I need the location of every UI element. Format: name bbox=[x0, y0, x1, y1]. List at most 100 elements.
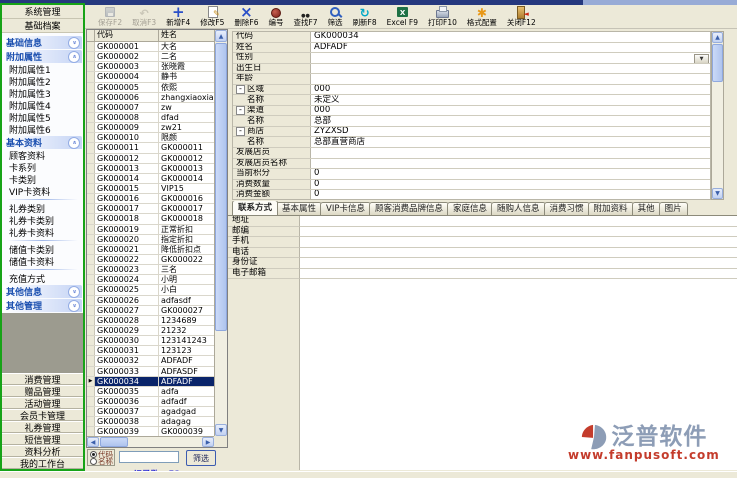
list-row[interactable]: GK000031 123123 bbox=[87, 346, 214, 356]
field-value[interactable]: 总部直营商店 bbox=[311, 137, 710, 147]
list-row[interactable]: GK000029 21232 bbox=[87, 326, 214, 336]
list-row[interactable]: GK000008 dfad bbox=[87, 113, 214, 123]
sidebar-item[interactable]: VIP卡资料 bbox=[3, 185, 82, 197]
tab[interactable]: 顾客消费品牌信息 bbox=[369, 202, 449, 215]
field-value[interactable]: ▼ bbox=[311, 53, 710, 63]
filter-input[interactable] bbox=[119, 451, 179, 463]
sidebar-item[interactable]: 附加属性1 bbox=[3, 63, 82, 75]
dropdown-arrow-icon[interactable]: ▼ bbox=[694, 54, 709, 63]
chevron-icon[interactable]: » bbox=[68, 300, 80, 312]
radio-name[interactable]: 名称 bbox=[90, 458, 113, 465]
sidebar-group-header[interactable]: 附加属性 « bbox=[3, 50, 82, 63]
chevron-icon[interactable]: » bbox=[68, 37, 80, 49]
field-value[interactable]: 000 bbox=[311, 106, 710, 116]
list-row[interactable]: GK000002 二名 bbox=[87, 52, 214, 62]
tab[interactable]: 附加资料 bbox=[588, 202, 634, 215]
list-row[interactable]: GK000030 123141243 bbox=[87, 336, 214, 346]
list-row[interactable]: GK000012 GK000012 bbox=[87, 154, 214, 164]
list-row[interactable]: GK000033 ADFASDF bbox=[87, 367, 214, 377]
list-row[interactable]: GK000011 GK000011 bbox=[87, 143, 214, 153]
sidebar-group-header[interactable]: 基础信息 » bbox=[3, 36, 82, 49]
sidebar-nav-button[interactable]: 礼券管理 bbox=[2, 421, 83, 433]
column-header-name[interactable]: 姓名 bbox=[159, 30, 214, 41]
field-value[interactable]: GK000034 bbox=[311, 32, 710, 42]
tab[interactable]: 消费习惯 bbox=[544, 202, 590, 215]
sidebar-nav-button[interactable]: 会员卡管理 bbox=[2, 409, 83, 421]
scroll-down-icon[interactable]: ▼ bbox=[215, 424, 227, 436]
sidebar-item[interactable]: 充值方式 bbox=[3, 272, 82, 284]
tree-collapse-icon[interactable] bbox=[236, 85, 245, 94]
list-row[interactable]: GK000007 zw bbox=[87, 103, 214, 113]
list-row[interactable]: GK000013 GK000013 bbox=[87, 164, 214, 174]
tab[interactable]: 家庭信息 bbox=[447, 202, 493, 215]
scroll-thumb[interactable] bbox=[712, 44, 723, 82]
radio-selected-icon[interactable] bbox=[90, 451, 97, 458]
field-value[interactable] bbox=[300, 248, 737, 259]
list-row[interactable]: GK000038 adagag bbox=[87, 417, 214, 427]
tree-collapse-icon[interactable] bbox=[236, 127, 245, 136]
toolbar-button[interactable]: 新增F4 bbox=[161, 5, 195, 29]
sidebar-item[interactable] bbox=[7, 199, 78, 200]
scroll-down-icon[interactable]: ▼ bbox=[712, 188, 723, 199]
list-row[interactable]: GK000001 大名 bbox=[87, 42, 214, 52]
field-value[interactable] bbox=[300, 216, 737, 227]
list-horizontal-scrollbar[interactable]: ◀ ▶ bbox=[87, 436, 214, 447]
list-row[interactable]: GK000024 小明 bbox=[87, 275, 214, 285]
sidebar-item[interactable]: 附加属性3 bbox=[3, 87, 82, 99]
scroll-up-icon[interactable]: ▲ bbox=[712, 32, 723, 43]
list-row[interactable]: GK000039 GK000039 bbox=[87, 427, 214, 436]
sidebar-nav-button[interactable]: 短信管理 bbox=[2, 433, 83, 445]
tab[interactable]: VIP卡信息 bbox=[320, 202, 371, 215]
toolbar-button[interactable]: Excel F9 bbox=[382, 5, 423, 29]
field-value[interactable] bbox=[311, 74, 710, 84]
toolbar-button[interactable]: 格式配置 bbox=[462, 5, 502, 29]
toolbar-button[interactable]: 关闭F12 bbox=[502, 5, 541, 29]
field-value[interactable] bbox=[300, 237, 737, 248]
list-row[interactable]: GK000004 静书 bbox=[87, 72, 214, 82]
tree-collapse-icon[interactable] bbox=[236, 106, 245, 115]
list-vertical-scrollbar[interactable]: ▲ ▼ bbox=[214, 30, 227, 436]
toolbar-button[interactable]: 保存F2 bbox=[93, 5, 127, 29]
list-row[interactable]: GK000010 限颜 bbox=[87, 133, 214, 143]
list-row[interactable]: GK000036 adfadf bbox=[87, 397, 214, 407]
sidebar-item[interactable] bbox=[7, 240, 78, 241]
chevron-icon[interactable]: « bbox=[68, 137, 80, 149]
list-row[interactable]: GK000035 adfa bbox=[87, 387, 214, 397]
list-row[interactable]: GK000028 1234689 bbox=[87, 316, 214, 326]
sidebar-item[interactable]: 附加属性2 bbox=[3, 75, 82, 87]
list-row[interactable]: GK000018 GK000018 bbox=[87, 214, 214, 224]
list-row[interactable]: GK000009 zw21 bbox=[87, 123, 214, 133]
list-row[interactable]: GK000032 ADFADF bbox=[87, 356, 214, 366]
radio-unselected-icon[interactable] bbox=[90, 458, 97, 465]
list-row[interactable]: GK000023 三名 bbox=[87, 265, 214, 275]
sidebar-nav-button[interactable]: 我的工作台 bbox=[2, 457, 83, 469]
list-row[interactable]: GK000005 依熙 bbox=[87, 83, 214, 93]
sidebar-top-button[interactable]: 系统管理 bbox=[2, 5, 83, 19]
list-row[interactable]: GK000037 agadgad bbox=[87, 407, 214, 417]
toolbar-button[interactable]: 筛选 bbox=[323, 5, 348, 29]
list-row[interactable]: GK000019 正常折扣 bbox=[87, 225, 214, 235]
field-value[interactable]: ZYZXSD bbox=[311, 127, 710, 137]
field-value[interactable]: ADFADF bbox=[311, 43, 710, 53]
list-row[interactable]: GK000017 GK000017 bbox=[87, 204, 214, 214]
sidebar-item[interactable]: 附加属性4 bbox=[3, 99, 82, 111]
field-value[interactable]: 0 bbox=[311, 180, 710, 190]
sidebar-nav-button[interactable]: 活动管理 bbox=[2, 397, 83, 409]
sidebar-group-header[interactable]: 其他信息 » bbox=[3, 285, 82, 298]
field-value[interactable] bbox=[311, 159, 710, 169]
sidebar-item[interactable]: 顾客资料 bbox=[3, 149, 82, 161]
toolbar-button[interactable]: 查找F7 bbox=[288, 5, 322, 29]
field-value[interactable]: 总部 bbox=[311, 116, 710, 126]
toolbar-button[interactable]: 修改F5 bbox=[195, 5, 229, 29]
sidebar-item[interactable] bbox=[7, 269, 78, 270]
tab[interactable]: 联系方式 bbox=[232, 201, 278, 215]
chevron-icon[interactable]: « bbox=[68, 51, 80, 63]
toolbar-button[interactable]: 取消F3 bbox=[127, 5, 161, 29]
field-value[interactable]: 0 bbox=[311, 169, 710, 179]
tab[interactable]: 随购人信息 bbox=[491, 202, 546, 215]
list-row[interactable]: GK000026 adfasdf bbox=[87, 296, 214, 306]
list-row[interactable]: GK000016 GK000016 bbox=[87, 194, 214, 204]
list-row[interactable]: GK000014 GK000014 bbox=[87, 174, 214, 184]
list-row[interactable]: GK000021 降低折扣点 bbox=[87, 245, 214, 255]
toolbar-button[interactable]: 删除F6 bbox=[229, 5, 263, 29]
